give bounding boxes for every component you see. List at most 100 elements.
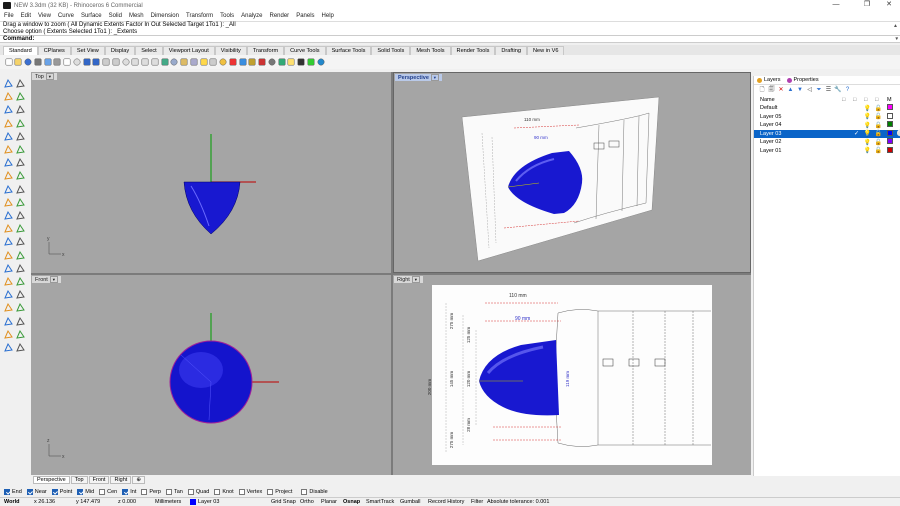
layer-color-swatch[interactable] <box>884 104 895 112</box>
block-icon[interactable] <box>15 302 26 313</box>
surface-icon[interactable] <box>15 157 26 168</box>
material-icon[interactable]: ⚪ <box>895 130 900 137</box>
grid-icon[interactable] <box>3 329 14 340</box>
paint-icon[interactable] <box>3 342 14 353</box>
viewport-right[interactable]: Right ▼ 110 mm 90 mm 200 mm 145 mm 120 m… <box>393 275 751 475</box>
layer-row[interactable]: Layer 03 ✓💡🔓 ⚪ <box>754 129 900 138</box>
layer-name[interactable]: Layer 03 <box>760 131 781 137</box>
tab-mesh-tools[interactable]: Mesh Tools <box>410 46 451 55</box>
checkbox[interactable] <box>267 488 274 495</box>
menu-panels[interactable]: Panels <box>296 13 314 19</box>
redo-icon[interactable] <box>92 58 101 67</box>
ungroup-icon[interactable] <box>15 276 26 287</box>
layer-color-swatch[interactable] <box>884 112 895 121</box>
color-column-header[interactable]: □ <box>875 97 878 103</box>
tab-display[interactable]: Display <box>104 46 136 55</box>
command-dropdown-icon[interactable]: ▾ <box>895 36 898 43</box>
print-icon[interactable] <box>33 58 42 67</box>
pan-icon[interactable] <box>102 58 111 67</box>
circle-icon[interactable] <box>3 104 14 115</box>
sphere-icon[interactable] <box>15 170 26 181</box>
show-icon[interactable] <box>199 58 208 67</box>
layer-states-icon[interactable]: ☰ <box>825 86 833 94</box>
text-icon[interactable] <box>15 289 26 300</box>
set-view-icon[interactable] <box>189 58 198 67</box>
checkbox[interactable] <box>301 488 308 495</box>
viewport-top[interactable]: Top ▼ x y <box>31 72 391 273</box>
help-icon[interactable] <box>316 58 325 67</box>
tab-layers[interactable]: Layers <box>754 77 784 83</box>
layer-row[interactable]: Layer 04 💡 🔓 <box>754 121 900 130</box>
fillet-icon[interactable] <box>3 144 14 155</box>
checkbox[interactable] <box>26 488 33 495</box>
copy-icon[interactable] <box>15 210 26 221</box>
osnap-knot[interactable]: Knot <box>214 488 234 495</box>
rhino-logo-icon[interactable] <box>297 58 306 67</box>
name-column-header[interactable]: Name <box>760 97 775 103</box>
layer-color-swatch[interactable] <box>884 138 895 146</box>
filter-icon[interactable]: ⏷ <box>815 86 823 94</box>
move-parent-icon[interactable]: ◁ <box>806 86 814 94</box>
boolean-icon[interactable] <box>3 197 14 208</box>
explode-icon[interactable] <box>15 263 26 274</box>
viewport-menu-icon[interactable]: ▼ <box>49 276 58 283</box>
osnap-quad[interactable]: Quad <box>187 488 209 495</box>
cylinder-icon[interactable] <box>3 184 14 195</box>
undo-view-icon[interactable] <box>160 58 169 67</box>
checkbox[interactable] <box>122 488 129 495</box>
layer-name[interactable]: Layer 01 <box>760 148 781 154</box>
new-sublayer-icon[interactable]: 🗐 <box>768 86 776 94</box>
lock-icon[interactable]: 🔓 <box>873 139 884 146</box>
offset-icon[interactable] <box>15 144 26 155</box>
layer-icon[interactable] <box>228 58 237 67</box>
maximize-button[interactable]: ❐ <box>856 0 878 11</box>
split-icon[interactable] <box>15 250 26 261</box>
osnap-mid[interactable]: Mid <box>77 488 94 495</box>
tab-solid-tools[interactable]: Solid Tools <box>371 46 411 55</box>
viewport-menu-icon[interactable]: ▼ <box>411 276 420 283</box>
filter-toggle[interactable]: Filter <box>471 499 483 505</box>
ortho-toggle[interactable]: Ortho <box>300 499 314 505</box>
layer-color-swatch[interactable] <box>884 146 895 155</box>
checkbox[interactable] <box>141 488 148 495</box>
layer-row[interactable]: Layer 02 💡 🔓 <box>754 138 900 147</box>
osnap-disable[interactable]: Disable <box>301 488 328 495</box>
open-file-icon[interactable] <box>14 58 23 67</box>
menu-mesh[interactable]: Mesh <box>129 13 144 19</box>
hatch-icon[interactable] <box>3 302 14 313</box>
menu-file[interactable]: File <box>4 13 14 19</box>
tab-visibility[interactable]: Visibility <box>214 46 247 55</box>
extrude-icon[interactable] <box>3 157 14 168</box>
gumball-toggle[interactable]: Gumball <box>400 499 420 505</box>
zoom-icon[interactable] <box>121 58 130 67</box>
viewport-title-front[interactable]: Front ▼ <box>32 276 61 283</box>
zoom-extents-icon[interactable] <box>141 58 150 67</box>
bulb-icon[interactable]: 💡 <box>862 139 873 146</box>
bulb-icon[interactable]: 💡 <box>862 122 873 129</box>
menu-help[interactable]: Help <box>322 13 334 19</box>
layer-name[interactable]: Default <box>760 105 777 111</box>
viewport-perspective[interactable]: Perspective ▼ 110 mm 90 mm <box>393 72 751 273</box>
menu-edit[interactable]: Edit <box>21 13 31 19</box>
paste-icon[interactable] <box>72 58 81 67</box>
menu-render[interactable]: Render <box>270 13 290 19</box>
material-column-header[interactable]: M <box>887 97 892 103</box>
current-layer[interactable]: Layer 03 <box>190 499 219 505</box>
light-icon[interactable] <box>287 58 296 67</box>
menu-transform[interactable]: Transform <box>186 13 213 19</box>
lock-icon[interactable]: 🔓 <box>873 122 884 129</box>
polyline-icon[interactable] <box>3 91 14 102</box>
history-scroll-icon[interactable]: ▲ <box>893 23 898 29</box>
select-icon[interactable] <box>3 78 14 89</box>
layer-color-swatch[interactable] <box>884 129 895 138</box>
menu-analyze[interactable]: Analyze <box>241 13 262 19</box>
osnap-cen[interactable]: Cen <box>99 488 117 495</box>
bulb-icon[interactable]: 💡 <box>862 130 873 137</box>
menu-view[interactable]: View <box>38 13 51 19</box>
bulb-icon[interactable]: 💡 <box>862 113 873 120</box>
properties-icon[interactable] <box>238 58 247 67</box>
box-icon[interactable] <box>3 170 14 181</box>
check-icon[interactable] <box>15 329 26 340</box>
smarttrack-toggle[interactable]: SmartTrack <box>366 499 394 505</box>
vptab-right[interactable]: Right <box>110 475 132 484</box>
